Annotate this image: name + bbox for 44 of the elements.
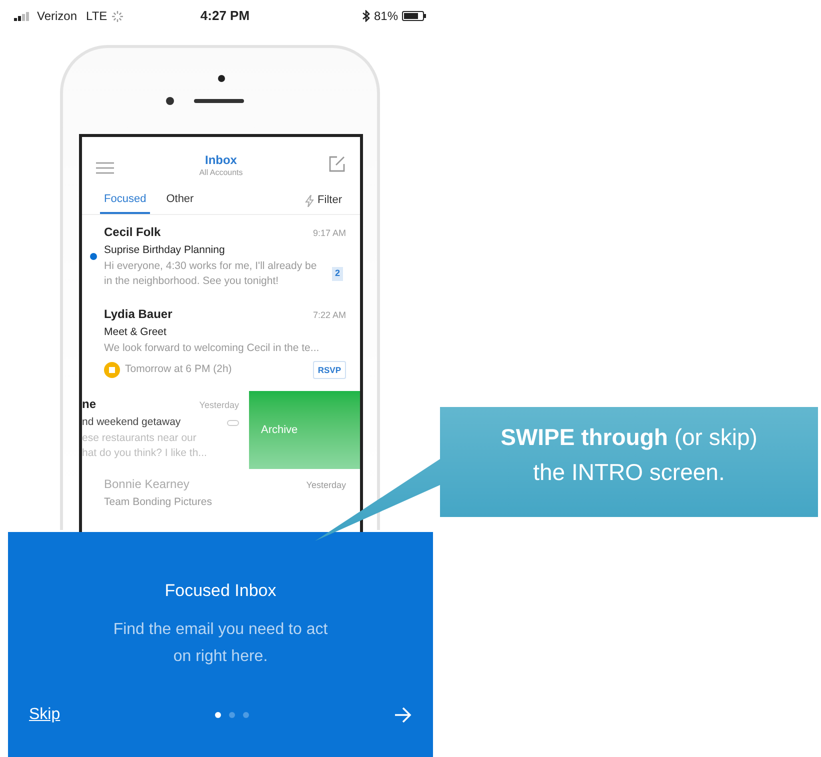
sender-name: Bonnie Kearney [104, 476, 190, 494]
battery-percent: 81% [374, 8, 398, 25]
message-preview: ese restaurants near our hat do you think? I like th... [82, 431, 208, 461]
inbox-title: Inbox [204, 153, 237, 167]
mail-tab[interactable]: Other [162, 187, 198, 214]
message-time: 7:22 AM [312, 308, 346, 322]
message-preview: Hi everyone, 4:30 works for me, I'll already be in the neighborhood. See you tonight! [104, 258, 318, 289]
callout-text: SWIPE through (or skip) the INTRO screen. [500, 423, 758, 487]
signal-icon [14, 12, 32, 20]
event-time: Tomorrow at 6 PM (2h) [125, 362, 233, 377]
mail-tab[interactable]: Focused [100, 187, 150, 214]
skip-link[interactable]: Skip [29, 703, 89, 727]
compose-icon[interactable] [328, 155, 346, 173]
calendar-event-icon [104, 362, 120, 378]
attachment-icon [227, 420, 239, 426]
message-subject: Meet & Greet [104, 324, 168, 340]
sender-name: ne [82, 396, 96, 414]
message-subject: Team Bonding Pictures [104, 495, 213, 510]
intro-description: Find the email you need to act on right here. [112, 620, 329, 666]
speaker-grille [194, 99, 244, 103]
account-subtitle: All Accounts [199, 167, 243, 179]
message-subject: nd weekend getaway [82, 415, 181, 430]
status-time: 4:27 PM [199, 7, 251, 26]
rsvp-button[interactable]: RSVP [312, 360, 346, 380]
battery-icon [402, 11, 426, 21]
activity-spinner-icon [112, 10, 124, 22]
sender-name: Lydia Bauer [104, 306, 172, 323]
sender-name: Cecil Folk [104, 224, 161, 241]
message-time: Yesterday [199, 399, 239, 412]
message-time: Yesterday [306, 479, 346, 492]
menu-icon[interactable] [96, 162, 114, 174]
camera-lens [166, 97, 174, 105]
filter-button[interactable]: Filter [304, 192, 342, 209]
message-time: 9:17 AM [312, 227, 346, 240]
next-arrow-icon[interactable] [394, 707, 412, 723]
proximity-sensor [218, 75, 225, 82]
lightning-icon [304, 194, 314, 206]
thread-count-badge: 2 [332, 267, 344, 280]
message-preview: We look forward to welcoming Cecil in the te... [104, 340, 320, 356]
carrier-name: Verizon [37, 8, 78, 25]
bluetooth-icon [362, 10, 370, 22]
intro-title: Focused Inbox [164, 580, 276, 602]
message-subject: Suprise Birthday Planning [104, 243, 226, 258]
network-type: LTE [86, 8, 108, 25]
